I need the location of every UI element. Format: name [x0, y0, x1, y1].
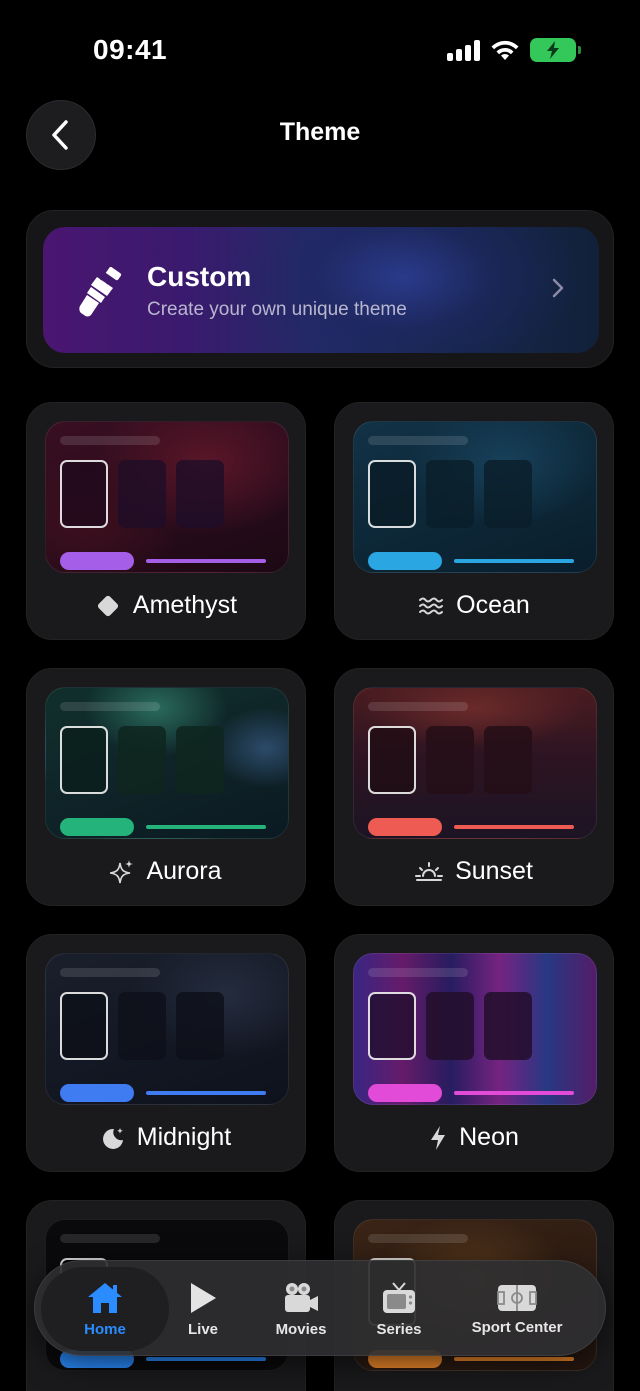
battery-charging-icon	[530, 38, 581, 62]
tab-sport-center[interactable]: Sport Center	[457, 1261, 577, 1357]
tab-series[interactable]: Series	[365, 1261, 433, 1357]
preview-accent-line	[146, 559, 266, 563]
custom-theme-title: Custom	[147, 261, 252, 292]
custom-theme-card-container: Custom Create your own unique theme	[26, 210, 614, 368]
preview-title-bar	[60, 968, 160, 977]
custom-theme-button[interactable]: Custom Create your own unique theme	[43, 227, 599, 353]
preview-tile	[118, 992, 166, 1060]
tab-live[interactable]: Live	[171, 1261, 235, 1357]
waves-icon	[419, 597, 444, 614]
preview-accent-line	[454, 1357, 574, 1361]
theme-label: Amethyst	[27, 591, 305, 620]
preview-accent-line	[454, 559, 574, 563]
preview-accent-line	[454, 1091, 574, 1095]
theme-card-aurora[interactable]: Aurora	[26, 668, 306, 906]
preview-tile-selected	[60, 726, 108, 794]
preview-accent-line	[146, 825, 266, 829]
custom-theme-subtitle: Create your own unique theme	[147, 299, 407, 320]
tab-bar: Home Live Movies Series Sport Center	[34, 1260, 606, 1356]
preview-title-bar	[368, 702, 468, 711]
theme-label: Sunset	[335, 857, 613, 886]
preview-tile	[176, 992, 224, 1060]
theme-card-amethyst[interactable]: Amethyst	[26, 402, 306, 640]
status-bar: 09:41	[0, 0, 640, 100]
preview-tile	[484, 726, 532, 794]
preview-title-bar	[368, 1234, 468, 1243]
preview-title-bar	[60, 702, 160, 711]
theme-name: Ocean	[456, 591, 530, 619]
tab-label: Sport Center	[471, 1318, 563, 1336]
preview-tile-selected	[368, 726, 416, 794]
theme-label: Midnight	[27, 1123, 305, 1152]
video-camera-icon	[285, 1282, 318, 1312]
status-time: 09:41	[93, 34, 168, 65]
tab-label: Home	[84, 1320, 126, 1338]
play-icon	[191, 1282, 216, 1313]
theme-preview	[353, 953, 597, 1105]
preview-tile-selected	[60, 460, 108, 528]
preview-accent-pill	[60, 818, 134, 836]
theme-card-ocean[interactable]: Ocean	[334, 402, 614, 640]
preview-tile	[484, 460, 532, 528]
preview-tile	[118, 460, 166, 528]
house-icon	[88, 1282, 122, 1313]
preview-accent-pill	[60, 552, 134, 570]
theme-preview	[45, 953, 289, 1105]
theme-preview	[45, 421, 289, 573]
theme-preview	[353, 421, 597, 573]
preview-tile	[118, 726, 166, 794]
preview-tile	[426, 460, 474, 528]
preview-accent-pill	[60, 1084, 134, 1102]
theme-name: Neon	[459, 1123, 519, 1151]
moon-icon	[102, 1127, 123, 1149]
preview-accent-line	[146, 1091, 266, 1095]
preview-accent-pill	[368, 818, 442, 836]
theme-name: Midnight	[136, 1123, 232, 1151]
theme-label: Aurora	[27, 857, 305, 886]
page-title: Theme	[279, 118, 361, 146]
tab-label: Series	[376, 1320, 422, 1338]
preview-title-bar	[368, 968, 468, 977]
theme-card-sunset[interactable]: Sunset	[334, 668, 614, 906]
tab-movies[interactable]: Movies	[263, 1261, 339, 1357]
theme-preview	[353, 687, 597, 839]
wifi-icon	[491, 40, 519, 60]
preview-tile	[426, 726, 474, 794]
theme-card-midnight[interactable]: Midnight	[26, 934, 306, 1172]
theme-card-neon[interactable]: Neon	[334, 934, 614, 1172]
preview-accent-pill	[368, 1084, 442, 1102]
theme-label: Neon	[335, 1123, 613, 1152]
theme-preview	[45, 687, 289, 839]
preview-tile-selected	[368, 460, 416, 528]
preview-accent-pill	[368, 552, 442, 570]
bolt-icon	[431, 1125, 446, 1150]
preview-tile-selected	[368, 992, 416, 1060]
preview-accent-line	[454, 825, 574, 829]
tab-label: Live	[187, 1320, 218, 1338]
status-icons	[447, 38, 581, 62]
theme-name: Aurora	[146, 857, 222, 885]
theme-name: Sunset	[455, 857, 533, 885]
tab-label: Movies	[275, 1320, 327, 1338]
theme-label: Ocean	[335, 591, 613, 620]
preview-title-bar	[60, 436, 160, 445]
preview-title-bar	[368, 436, 468, 445]
preview-tile	[176, 726, 224, 794]
chevron-right-icon	[552, 278, 564, 298]
paintbrush-icon	[79, 267, 122, 317]
soccer-field-icon	[497, 1284, 537, 1311]
preview-tile	[426, 992, 474, 1060]
tab-home[interactable]: Home	[41, 1261, 169, 1357]
theme-name: Amethyst	[132, 591, 238, 619]
cellular-signal-icon	[447, 39, 480, 61]
preview-tile-selected	[60, 992, 108, 1060]
diamond-icon	[97, 595, 118, 616]
tv-icon	[383, 1281, 415, 1313]
preview-tile	[484, 992, 532, 1060]
sunset-icon	[415, 861, 444, 881]
preview-accent-line	[146, 1357, 266, 1361]
sparkles-icon	[110, 859, 134, 883]
preview-title-bar	[60, 1234, 160, 1243]
preview-tile	[176, 460, 224, 528]
